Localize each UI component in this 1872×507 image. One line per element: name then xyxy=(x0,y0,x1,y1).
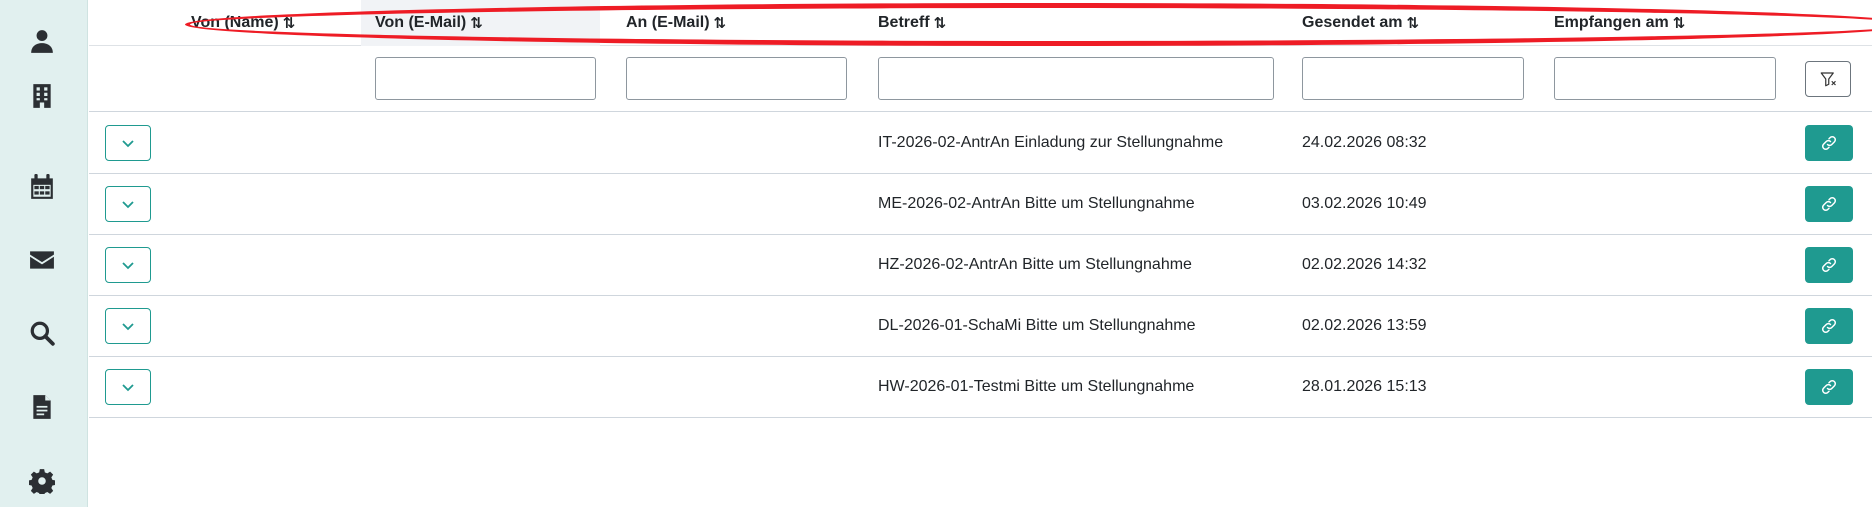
filter-gesendet-am-input[interactable] xyxy=(1302,57,1524,100)
sort-icon: ⇅ xyxy=(1672,15,1686,32)
chevron-down-icon xyxy=(122,384,134,392)
filter-von-email-input[interactable] xyxy=(375,57,596,100)
sort-icon: ⇅ xyxy=(282,15,296,32)
envelope-icon[interactable] xyxy=(26,244,58,276)
column-label: Von (Name) xyxy=(191,14,279,31)
table-row: ME-2026-02-AntrAn Bitte um Stellungnahme… xyxy=(89,174,1872,235)
link-icon xyxy=(1821,135,1837,151)
open-link-button[interactable] xyxy=(1805,186,1853,222)
betreff-cell: HW-2026-01-Testmi Bitte um Stellungnahme xyxy=(878,378,1195,395)
table-row: DL-2026-01-SchaMi Bitte um Stellungnahme… xyxy=(89,296,1872,357)
table-row: HW-2026-01-Testmi Bitte um Stellungnahme… xyxy=(89,357,1872,418)
gear-icon[interactable] xyxy=(26,465,58,497)
column-header-von-name[interactable]: Von (Name) ⇅ xyxy=(191,0,341,46)
gesendet-am-cell: 28.01.2026 15:13 xyxy=(1302,378,1427,395)
link-icon xyxy=(1821,196,1837,212)
clear-filter-button[interactable] xyxy=(1805,61,1851,97)
expand-row-button[interactable] xyxy=(105,247,151,283)
mail-table: Von (Name) ⇅ Von (E-Mail) ⇅ An (E-Mail) ⇅ B… xyxy=(89,0,1872,507)
open-link-button[interactable] xyxy=(1805,369,1853,405)
column-label: An (E-Mail) xyxy=(626,14,710,31)
expand-row-button[interactable] xyxy=(105,308,151,344)
gesendet-am-cell: 02.02.2026 14:32 xyxy=(1302,256,1427,273)
sort-icon: ⇅ xyxy=(713,15,727,32)
column-label: Von (E-Mail) xyxy=(375,14,467,31)
column-label: Betreff xyxy=(878,14,930,31)
open-link-button[interactable] xyxy=(1805,247,1853,283)
sidebar xyxy=(0,0,88,507)
link-icon xyxy=(1821,318,1837,334)
column-header-gesendet-am[interactable]: Gesendet am ⇅ xyxy=(1302,0,1502,46)
column-header-empfangen-am[interactable]: Empfangen am ⇅ xyxy=(1554,0,1774,46)
expand-row-button[interactable] xyxy=(105,186,151,222)
calendar-icon[interactable] xyxy=(26,171,58,203)
building-icon[interactable] xyxy=(26,80,58,112)
column-header-an-email[interactable]: An (E-Mail) ⇅ xyxy=(626,0,846,46)
link-icon xyxy=(1821,257,1837,273)
chevron-down-icon xyxy=(122,140,134,148)
filter-empfangen-am-input[interactable] xyxy=(1554,57,1776,100)
betreff-cell: ME-2026-02-AntrAn Bitte um Stellungnahme xyxy=(878,195,1195,212)
table-row: IT-2026-02-AntrAn Einladung zur Stellung… xyxy=(89,113,1872,174)
document-icon[interactable] xyxy=(26,391,58,423)
sort-icon: ⇅ xyxy=(470,15,483,32)
table-row: HZ-2026-02-AntrAn Bitte um Stellungnahme… xyxy=(89,235,1872,296)
filter-betreff-input[interactable] xyxy=(878,57,1274,100)
column-label: Gesendet am xyxy=(1302,14,1403,31)
betreff-cell: DL-2026-01-SchaMi Bitte um Stellungnahme xyxy=(878,317,1196,334)
chevron-down-icon xyxy=(122,262,134,270)
link-icon xyxy=(1821,379,1837,395)
gesendet-am-cell: 02.02.2026 13:59 xyxy=(1302,317,1427,334)
chevron-down-icon xyxy=(122,323,134,331)
open-link-button[interactable] xyxy=(1805,125,1853,161)
table-header: Von (Name) ⇅ Von (E-Mail) ⇅ An (E-Mail) ⇅ B… xyxy=(89,0,1872,46)
gesendet-am-cell: 03.02.2026 10:49 xyxy=(1302,195,1427,212)
column-header-von-email[interactable]: Von (E-Mail) ⇅ xyxy=(361,0,600,46)
filter-row xyxy=(89,46,1872,112)
expand-row-button[interactable] xyxy=(105,125,151,161)
column-label: Empfangen am xyxy=(1554,14,1669,31)
filter-an-email-input[interactable] xyxy=(626,57,847,100)
sort-icon: ⇅ xyxy=(933,15,947,32)
user-icon[interactable] xyxy=(26,25,58,57)
gesendet-am-cell: 24.02.2026 08:32 xyxy=(1302,134,1427,151)
expand-row-button[interactable] xyxy=(105,369,151,405)
search-icon[interactable] xyxy=(26,317,58,349)
chevron-down-icon xyxy=(122,201,134,209)
column-header-betreff[interactable]: Betreff ⇅ xyxy=(878,0,1078,46)
betreff-cell: IT-2026-02-AntrAn Einladung zur Stellung… xyxy=(878,134,1224,151)
open-link-button[interactable] xyxy=(1805,308,1853,344)
betreff-cell: HZ-2026-02-AntrAn Bitte um Stellungnahme xyxy=(878,256,1192,273)
sort-icon: ⇅ xyxy=(1406,15,1419,32)
filter-clear-icon xyxy=(1820,72,1836,87)
